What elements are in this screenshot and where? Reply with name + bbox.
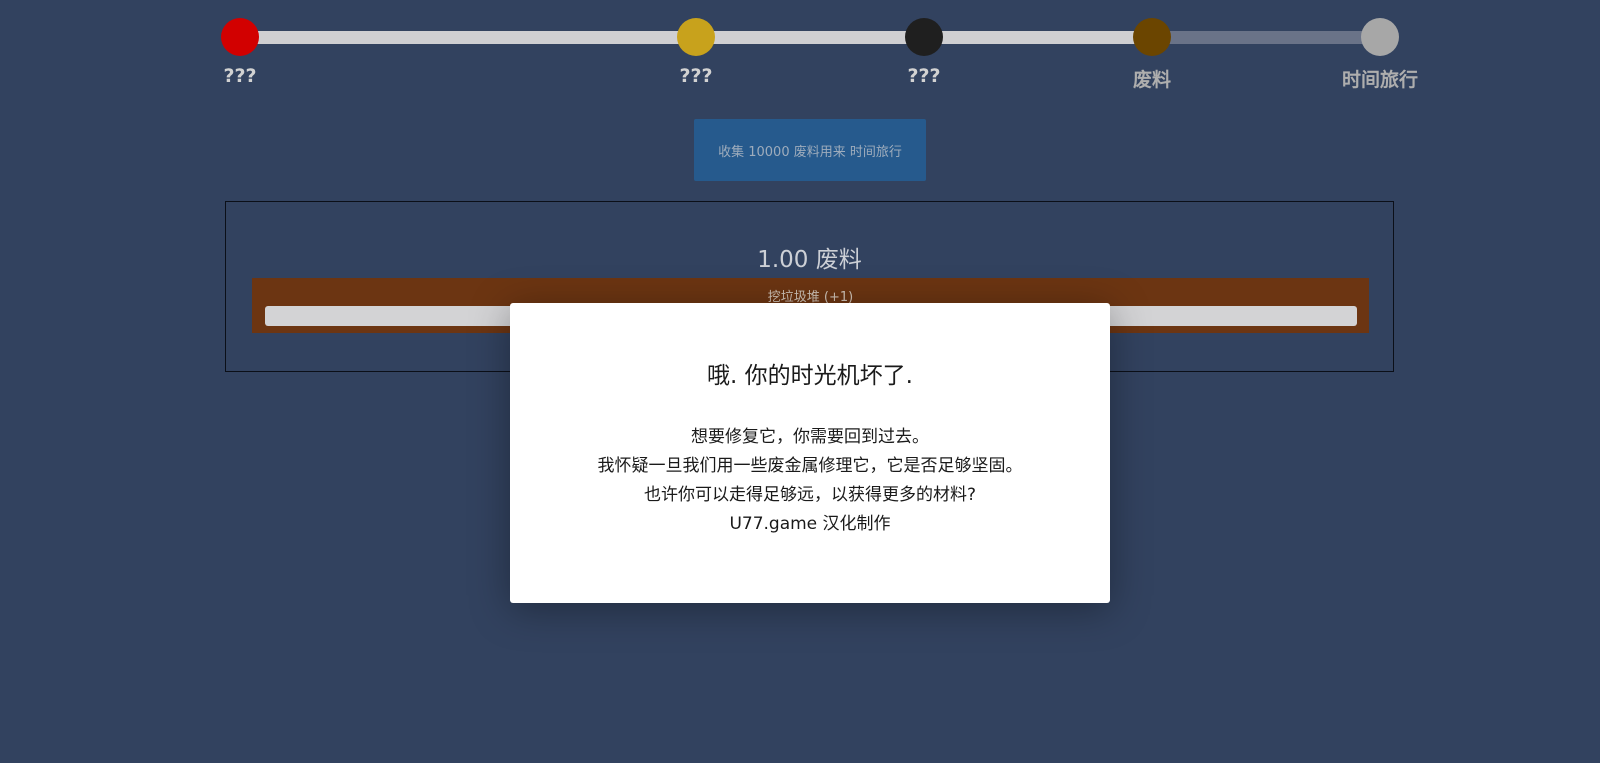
era-node-scrap-dot — [1133, 18, 1171, 56]
game-screen: ??? ??? ??? 废料 时间旅行 收集 10000 废料用来 时间旅行 1… — [0, 0, 1600, 763]
era-node-time-travel-label: 时间旅行 — [1341, 69, 1418, 91]
dialog-line-1: 想要修复它，你需要回到过去。 — [691, 427, 929, 447]
era-node-scrap-label: 废料 — [1132, 69, 1171, 91]
scrap-amount: 1.00 废料 — [757, 247, 862, 273]
era-node-2-label: ??? — [679, 65, 713, 87]
era-node-1-label: ??? — [223, 65, 257, 87]
story-dialog[interactable]: 哦. 你的时光机坏了. 想要修复它，你需要回到过去。 我怀疑一旦我们用一些废金属… — [510, 303, 1110, 603]
era-node-3: ??? — [864, 18, 984, 87]
dialog-line-2: 我怀疑一旦我们用一些废金属修理它，它是否足够坚固。 — [597, 456, 1023, 476]
era-node-time-travel: 时间旅行 — [1320, 18, 1440, 92]
era-node-2: ??? — [636, 18, 756, 87]
era-node-time-travel-dot — [1361, 18, 1399, 56]
dialog-line-3: 也许你可以走得足够远，以获得更多的材料? — [643, 485, 977, 505]
era-node-3-label: ??? — [907, 65, 941, 87]
time-travel-goal-button[interactable]: 收集 10000 废料用来 时间旅行 — [694, 119, 926, 181]
era-node-scrap: 废料 — [1092, 18, 1212, 92]
dialog-title: 哦. 你的时光机坏了. — [707, 363, 913, 389]
era-node-1-dot — [221, 18, 259, 56]
era-node-1: ??? — [180, 18, 300, 87]
era-node-3-dot — [905, 18, 943, 56]
era-node-2-dot — [677, 18, 715, 56]
dialog-body: 想要修复它，你需要回到过去。 我怀疑一旦我们用一些废金属修理它，它是否足够坚固。… — [510, 423, 1110, 539]
dialog-line-4: U77.game 汉化制作 — [729, 514, 891, 534]
